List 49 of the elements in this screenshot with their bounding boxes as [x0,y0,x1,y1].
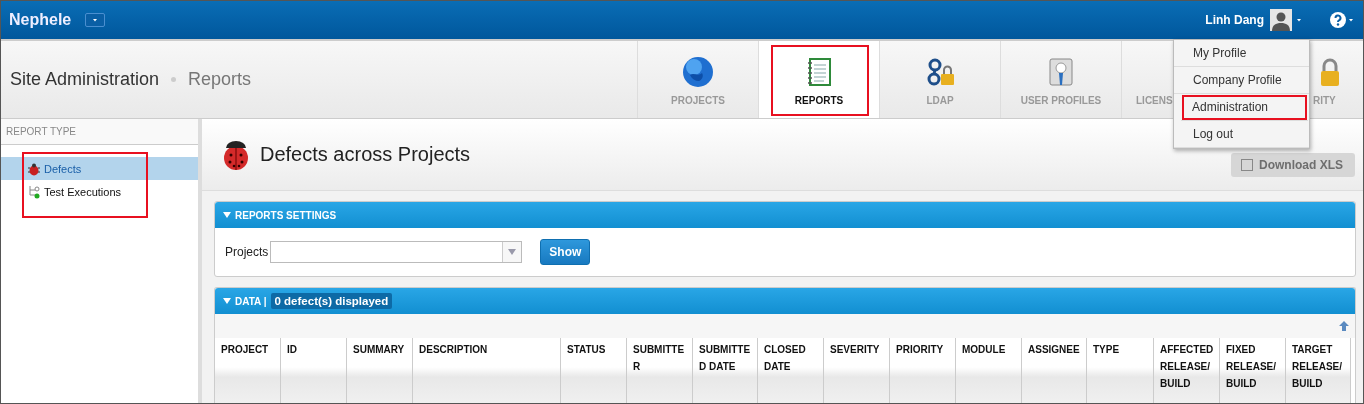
menu-item[interactable]: My Profile [1174,40,1309,67]
column-header[interactable]: SUMMARY [347,338,413,403]
user-name[interactable]: Linh Dang [1205,13,1264,27]
panel-title: REPORTS SETTINGS [235,209,337,221]
menu-item[interactable]: Log out [1174,121,1309,148]
caret-icon [508,249,517,255]
document-icon [1241,159,1253,171]
column-header[interactable]: SEVERITY [824,338,890,403]
caret-icon [223,298,231,304]
column-header[interactable]: ASSIGNEE [1022,338,1087,403]
breadcrumb: Reports [188,69,252,90]
column-header[interactable]: TYPE [1087,338,1154,403]
arrow-up-icon[interactable] [1339,321,1349,331]
column-header[interactable]: ID [281,338,347,403]
page-title: Defects across Projects [260,143,472,166]
nav-tab[interactable]: REPORTS [758,41,879,118]
sidebar-heading: REPORT TYPE [1,119,198,145]
column-header[interactable]: STATUS [561,338,627,403]
column-header[interactable]: PROJECT [215,338,281,403]
caret-icon [91,17,100,23]
app-title: Nephele [9,11,72,29]
count-badge: 0 defect(s) displayed [270,293,393,309]
panel-header[interactable]: DATA | 0 defect(s) displayed [215,288,1355,314]
tree-icon [27,184,41,199]
column-header[interactable]: DESCRIPTION [413,338,561,403]
column-header[interactable]: FIXED RELEASE/ BUILD [1220,338,1286,403]
globe-icon [681,55,715,89]
menu-item[interactable]: Company Profile [1174,67,1309,94]
breadcrumb[interactable]: Site Administration [10,69,160,90]
caret-icon[interactable] [1295,17,1303,23]
separator-dot [171,77,177,82]
panel-title: DATA | [235,295,267,307]
menu-item[interactable]: Administration [1181,94,1308,121]
show-button[interactable]: Show [540,239,591,265]
help-icon[interactable] [1329,11,1347,29]
column-header[interactable]: MODULE [956,338,1022,403]
column-header[interactable]: TARGET RELEASE/ BUILD [1286,338,1351,403]
column-header[interactable]: SUBMITTER [627,338,693,403]
column-header[interactable]: AFFECTED RELEASE/ BUILD [1154,338,1220,403]
column-header[interactable]: SUBMITTED DATE [693,338,758,403]
bug-icon [27,161,41,176]
avatar-icon[interactable] [1270,9,1292,31]
column-header[interactable]: CLOSED DATE [758,338,824,403]
field-label: Projects [225,245,269,259]
caret-icon[interactable] [1347,17,1355,23]
sidebar-item[interactable]: Defects [1,157,198,180]
column-header[interactable]: PRIORITY [890,338,956,403]
sidebar-item[interactable]: Test Executions [1,180,198,203]
caret-icon [223,212,231,218]
